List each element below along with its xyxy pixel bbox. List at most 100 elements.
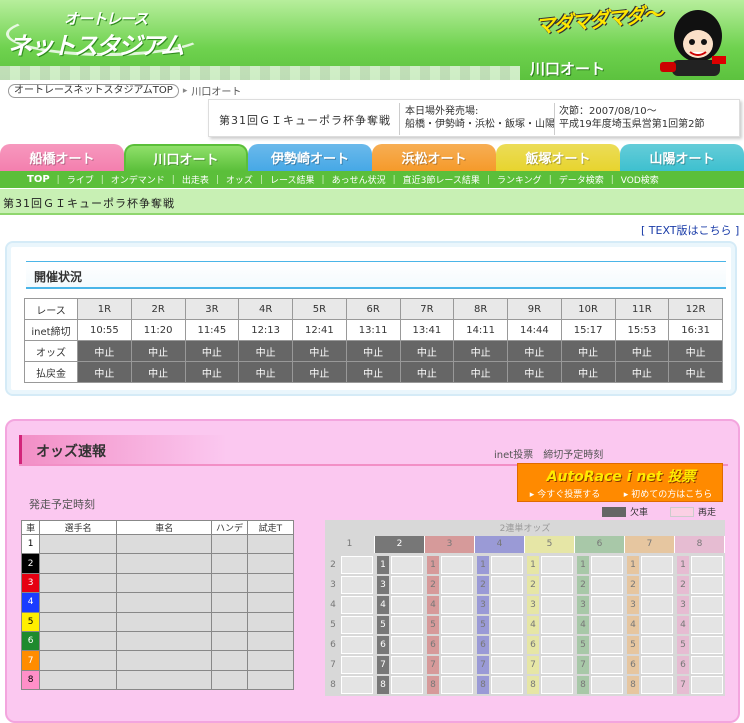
status-cell[interactable]: 中止: [399, 361, 455, 383]
race-number[interactable]: 7R: [399, 298, 455, 320]
subnav-item-1[interactable]: ライブ: [62, 173, 99, 186]
venue-tab-5[interactable]: 山陽オート: [620, 144, 744, 171]
exacta-odds-cell[interactable]: [491, 676, 523, 694]
venue-tab-3[interactable]: 浜松オート: [372, 144, 496, 171]
status-cell[interactable]: 中止: [292, 361, 347, 383]
exacta-odds-cell[interactable]: [491, 556, 523, 574]
exacta-odds-cell[interactable]: [541, 636, 573, 654]
status-cell[interactable]: 中止: [453, 361, 508, 383]
race-number[interactable]: 5R: [292, 298, 347, 320]
exacta-odds-cell[interactable]: [691, 596, 723, 614]
subnav-item-4[interactable]: オッズ: [221, 173, 258, 186]
status-cell[interactable]: 中止: [668, 361, 723, 383]
status-cell[interactable]: 中止: [560, 361, 616, 383]
status-cell[interactable]: 中止: [238, 361, 293, 383]
status-cell[interactable]: 中止: [292, 340, 347, 362]
venue-tab-1[interactable]: 川口オート: [124, 144, 248, 171]
exacta-odds-cell[interactable]: [341, 596, 373, 614]
site-logo[interactable]: オートレース ネットスタジアム: [6, 6, 212, 60]
exacta-odds-cell[interactable]: [641, 676, 673, 694]
race-number[interactable]: 10R: [560, 298, 616, 320]
subnav-item-5[interactable]: レース結果: [265, 173, 320, 186]
status-cell[interactable]: 中止: [345, 361, 401, 383]
exacta-odds-cell[interactable]: [391, 676, 423, 694]
exacta-odds-cell[interactable]: [391, 556, 423, 574]
venue-tab-0[interactable]: 船橋オート: [0, 144, 124, 171]
race-number[interactable]: 3R: [184, 298, 240, 320]
race-number[interactable]: 1R: [77, 298, 132, 320]
venue-tab-4[interactable]: 飯塚オート: [496, 144, 620, 171]
exacta-odds-cell[interactable]: [541, 576, 573, 594]
status-cell[interactable]: 中止: [130, 340, 186, 362]
exacta-odds-cell[interactable]: [641, 636, 673, 654]
exacta-odds-cell[interactable]: [341, 616, 373, 634]
exacta-odds-cell[interactable]: [541, 616, 573, 634]
subnav-item-9[interactable]: データ検索: [554, 173, 609, 186]
status-cell[interactable]: 中止: [453, 340, 508, 362]
subnav-item-2[interactable]: オンデマンド: [106, 173, 170, 186]
exacta-odds-cell[interactable]: [591, 556, 623, 574]
status-cell[interactable]: 中止: [345, 340, 401, 362]
exacta-odds-cell[interactable]: [341, 656, 373, 674]
exacta-odds-cell[interactable]: [691, 676, 723, 694]
status-cell[interactable]: 中止: [238, 340, 293, 362]
exacta-odds-cell[interactable]: [491, 616, 523, 634]
status-cell[interactable]: 中止: [560, 340, 616, 362]
exacta-odds-cell[interactable]: [641, 556, 673, 574]
exacta-odds-cell[interactable]: [541, 676, 573, 694]
status-cell[interactable]: 中止: [614, 340, 670, 362]
inet-vote-banner[interactable]: AutoRace i net 投票 ▸ 今すぐ投票する ▸ 初めての方はこちら: [517, 463, 723, 502]
exacta-odds-cell[interactable]: [341, 576, 373, 594]
exacta-odds-cell[interactable]: [391, 616, 423, 634]
subnav-item-8[interactable]: ランキング: [492, 173, 547, 186]
exacta-odds-cell[interactable]: [641, 656, 673, 674]
subnav-item-3[interactable]: 出走表: [177, 173, 214, 186]
venue-tab-2[interactable]: 伊勢崎オート: [248, 144, 372, 171]
exacta-odds-cell[interactable]: [441, 596, 473, 614]
exacta-odds-cell[interactable]: [641, 616, 673, 634]
exacta-odds-cell[interactable]: [341, 556, 373, 574]
status-cell[interactable]: 中止: [614, 361, 670, 383]
status-cell[interactable]: 中止: [77, 340, 132, 362]
exacta-odds-cell[interactable]: [391, 596, 423, 614]
race-number[interactable]: 6R: [345, 298, 401, 320]
status-cell[interactable]: 中止: [507, 340, 562, 362]
exacta-odds-cell[interactable]: [441, 576, 473, 594]
exacta-odds-cell[interactable]: [391, 636, 423, 654]
exacta-odds-cell[interactable]: [691, 656, 723, 674]
status-cell[interactable]: 中止: [507, 361, 562, 383]
race-number[interactable]: 8R: [453, 298, 508, 320]
exacta-odds-cell[interactable]: [591, 676, 623, 694]
subnav-item-6[interactable]: あっせん状況: [327, 173, 391, 186]
exacta-odds-cell[interactable]: [591, 596, 623, 614]
race-number[interactable]: 2R: [130, 298, 186, 320]
status-cell[interactable]: 中止: [184, 340, 240, 362]
exacta-odds-cell[interactable]: [441, 556, 473, 574]
exacta-odds-cell[interactable]: [591, 616, 623, 634]
exacta-odds-cell[interactable]: [441, 676, 473, 694]
vote-now-link[interactable]: ▸ 今すぐ投票する: [530, 487, 600, 501]
exacta-odds-cell[interactable]: [691, 576, 723, 594]
exacta-odds-cell[interactable]: [441, 616, 473, 634]
status-cell[interactable]: 中止: [77, 361, 132, 383]
race-number[interactable]: 11R: [614, 298, 670, 320]
exacta-odds-cell[interactable]: [441, 656, 473, 674]
exacta-odds-cell[interactable]: [391, 656, 423, 674]
subnav-item-10[interactable]: VOD検索: [616, 173, 664, 186]
exacta-odds-cell[interactable]: [441, 636, 473, 654]
exacta-odds-cell[interactable]: [391, 576, 423, 594]
exacta-odds-cell[interactable]: [591, 576, 623, 594]
race-number[interactable]: 9R: [507, 298, 562, 320]
first-time-link[interactable]: ▸ 初めての方はこちら: [624, 487, 712, 501]
exacta-odds-cell[interactable]: [641, 576, 673, 594]
exacta-odds-cell[interactable]: [691, 616, 723, 634]
subnav-item-7[interactable]: 直近3節レース結果: [398, 173, 485, 186]
exacta-odds-cell[interactable]: [591, 636, 623, 654]
exacta-odds-cell[interactable]: [591, 656, 623, 674]
exacta-odds-cell[interactable]: [541, 596, 573, 614]
race-number[interactable]: 4R: [238, 298, 293, 320]
status-cell[interactable]: 中止: [130, 361, 186, 383]
breadcrumb-top-link[interactable]: オートレースネットスタジアムTOP: [8, 83, 179, 98]
exacta-odds-cell[interactable]: [691, 636, 723, 654]
exacta-odds-cell[interactable]: [341, 676, 373, 694]
